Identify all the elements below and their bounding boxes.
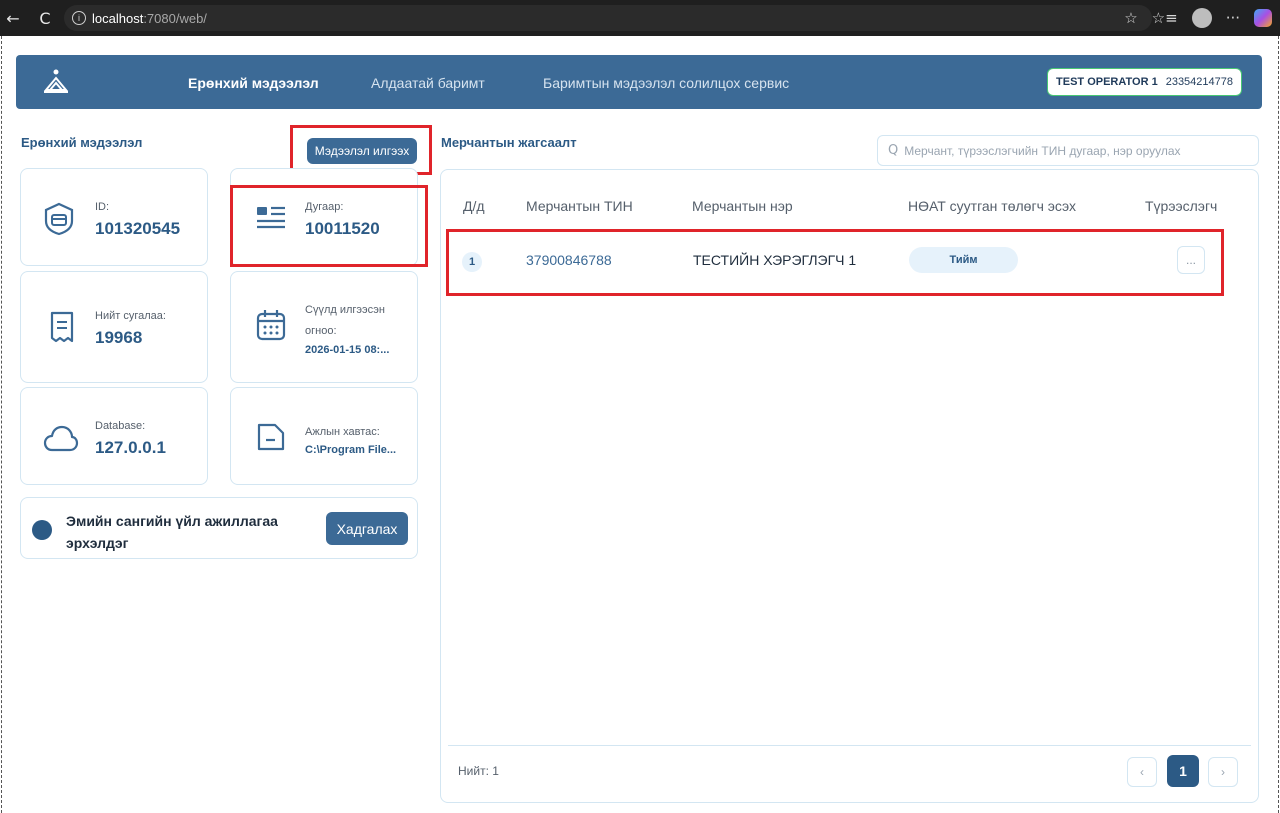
more-icon[interactable]: ···	[1226, 9, 1240, 27]
pharmacy-setting-label: Эмийн сангийн үйл ажиллагаа эрхэлдэг	[66, 513, 278, 551]
logo-icon[interactable]	[40, 66, 72, 98]
save-button[interactable]: Хадгалах	[326, 512, 408, 545]
table-footer-divider	[448, 745, 1251, 746]
folder-icon	[257, 423, 285, 451]
address-bar[interactable]: i localhost:7080/web/	[64, 5, 1152, 31]
folder-label: Ажлын хавтас:	[305, 426, 380, 438]
receipts-label: Нийт сугалаа:	[95, 310, 166, 322]
merchant-search-input[interactable]	[904, 143, 1245, 158]
column-header-index: Д/д	[463, 198, 485, 214]
prev-page-button[interactable]: ‹	[1127, 757, 1157, 787]
operator-name: TEST OPERATOR 1	[1056, 76, 1158, 88]
back-arrow-icon[interactable]: ←	[2, 9, 24, 28]
operator-badge[interactable]: TEST OPERATOR 1 23354214778	[1047, 68, 1242, 96]
receipts-value: 19968	[95, 328, 143, 347]
column-header-tin: Мерчантын ТИН	[526, 198, 633, 214]
nav-receipt-exchange-service[interactable]: Баримтын мэдээлэл солилцох сервис	[543, 75, 789, 91]
card-database: Database: 127.0.0.1	[20, 387, 208, 485]
last-sent-label-line2: огноо:	[305, 325, 337, 337]
total-count: Нийт: 1	[458, 764, 499, 778]
calendar-icon	[256, 310, 286, 341]
column-header-vat: НӨАТ суутган төлөгч эсэх	[908, 198, 1077, 214]
database-value: 127.0.0.1	[95, 438, 166, 457]
last-sent-label-line1: Сүүлд илгээсэн	[305, 304, 385, 316]
card-id: ID: 101320545	[20, 168, 208, 266]
copilot-icon[interactable]	[1254, 9, 1272, 27]
browser-toolbar: ← C i localhost:7080/web/ ☆ ☆≡ ···	[0, 0, 1280, 36]
receipt-icon	[50, 311, 74, 343]
column-header-name: Мерчантын нэр	[692, 198, 793, 214]
url-path: :7080/web/	[143, 10, 207, 26]
cloud-icon	[43, 425, 79, 452]
merchant-search-box[interactable]: Q	[877, 135, 1259, 166]
nav-error-receipts[interactable]: Алдаатай баримт	[371, 75, 485, 91]
card-last-sent: Сүүлд илгээсэн огноо: 2026-01-15 08:...	[230, 271, 418, 383]
merchant-list-title: Мерчантын жагсаалт	[441, 135, 577, 150]
column-header-tenant: Түрээслэгч	[1145, 198, 1218, 214]
favorites-icon[interactable]: ☆≡	[1152, 9, 1178, 27]
next-page-button[interactable]: ›	[1208, 757, 1238, 787]
current-page-button[interactable]: 1	[1167, 755, 1199, 787]
reload-icon[interactable]: C	[34, 9, 56, 28]
profile-icon[interactable]	[1191, 8, 1212, 28]
card-receipts: Нийт сугалаа: 19968	[20, 271, 208, 383]
id-label: ID:	[95, 201, 110, 213]
nav-general-info[interactable]: Ерөнхий мэдээлэл	[188, 75, 319, 91]
highlight-number-card	[230, 185, 428, 267]
card-work-folder: Ажлын хавтас: C:\Program File...	[230, 387, 418, 485]
folder-value: C:\Program File...	[305, 444, 397, 456]
star-icon[interactable]: ☆	[1124, 9, 1137, 27]
search-icon: Q	[888, 143, 899, 158]
database-label: Database:	[95, 420, 146, 432]
app-header: Ерөнхий мэдээлэл Алдаатай баримт Баримты…	[16, 55, 1262, 109]
info-icon[interactable]: i	[72, 11, 86, 25]
id-value: 101320545	[95, 219, 181, 238]
pharmacy-toggle[interactable]	[32, 520, 52, 540]
database-card-icon	[44, 202, 74, 236]
last-sent-value: 2026-01-15 08:...	[305, 344, 390, 356]
url-host: localhost	[92, 10, 144, 26]
operator-number: 23354214778	[1165, 76, 1233, 88]
general-info-title: Ерөнхий мэдээлэл	[21, 135, 143, 150]
highlight-merchant-row	[446, 229, 1224, 296]
